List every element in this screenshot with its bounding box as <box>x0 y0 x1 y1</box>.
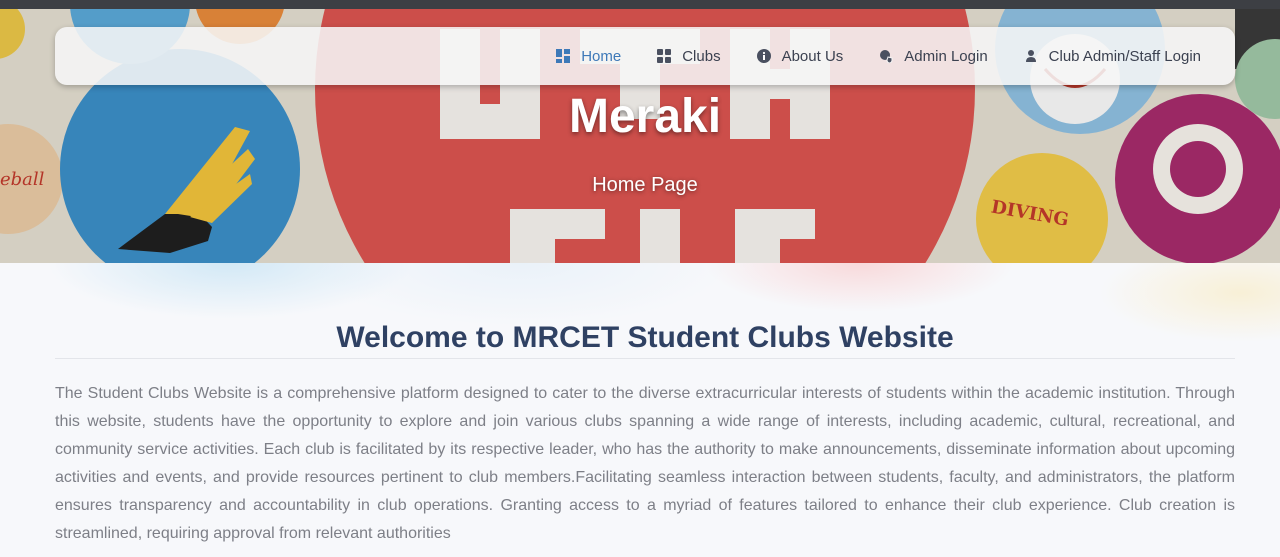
description-paragraph: The Student Clubs Website is a comprehen… <box>55 385 1235 542</box>
page-heading: Welcome to MRCET Student Clubs Website <box>336 321 954 355</box>
nav-staff-login-label: Club Admin/Staff Login <box>1048 47 1201 65</box>
nav-home[interactable]: Home <box>556 48 621 65</box>
navbar: Home Clubs About Us Admin Login Club Adm… <box>55 27 1235 85</box>
browser-top-strip <box>0 0 1280 9</box>
hero-title: Meraki <box>568 90 722 143</box>
hero-subtitle: Home Page <box>592 174 698 196</box>
user-shield-icon <box>879 49 893 64</box>
nav-clubs[interactable]: Clubs <box>657 47 721 65</box>
divider <box>55 358 1235 359</box>
grid-icon <box>657 49 672 63</box>
user-icon <box>1024 49 1038 63</box>
nav-home-label: Home <box>581 47 622 65</box>
nav-admin-login[interactable]: Admin Login <box>879 47 988 65</box>
hero-banner: eball DIVING Home Clubs About Us Admin L… <box>0 9 1280 263</box>
nav-about-label: About Us <box>781 47 844 65</box>
main-content: Welcome to MRCET Student Clubs Website T… <box>0 263 1280 557</box>
nav-about-us[interactable]: About Us <box>756 47 844 65</box>
dashboard-icon <box>556 49 571 63</box>
nav-staff-login[interactable]: Club Admin/Staff Login <box>1024 48 1201 65</box>
nav-clubs-label: Clubs <box>682 47 721 65</box>
nav-admin-login-label: Admin Login <box>904 47 988 65</box>
info-icon <box>756 49 771 63</box>
